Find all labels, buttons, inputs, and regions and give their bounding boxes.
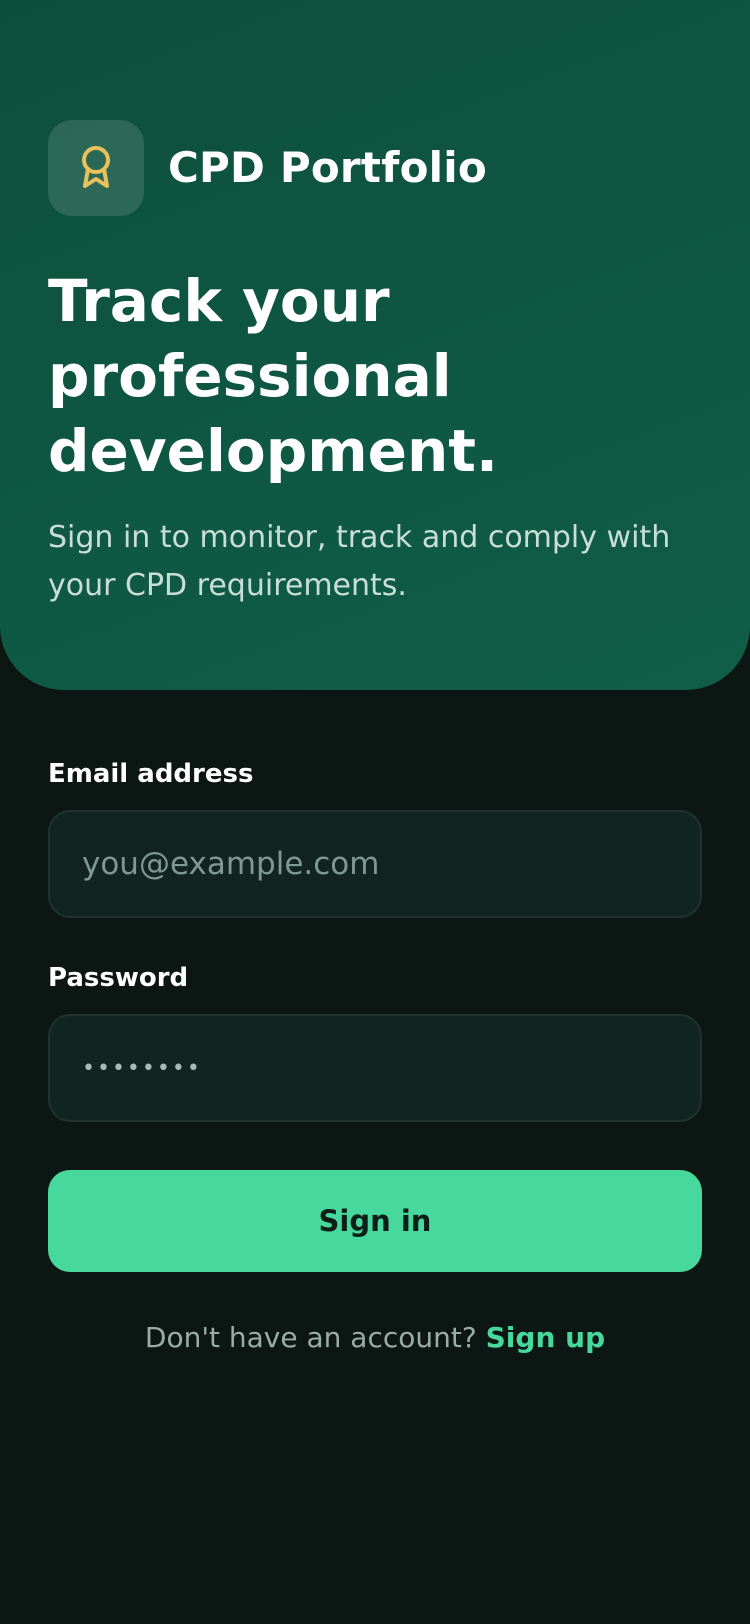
brand-logo-tile	[48, 120, 144, 216]
sign-in-button[interactable]: Sign in	[48, 1170, 702, 1272]
award-ribbon-icon	[82, 146, 110, 188]
signup-prompt-row: Don't have an account? Sign up	[0, 1318, 750, 1358]
hero-headline: Track your professional development.	[48, 267, 499, 485]
hero-panel: CPD Portfolio Track your professional de…	[0, 0, 750, 690]
email-label: Email address	[48, 759, 254, 789]
hero-subtitle: Sign in to monitor, track and comply wit…	[48, 520, 671, 603]
email-input[interactable]	[48, 810, 702, 918]
password-input[interactable]	[48, 1014, 702, 1122]
sign-up-link[interactable]: Sign up	[486, 1321, 605, 1354]
brand-name: CPD Portfolio	[168, 143, 487, 192]
password-label: Password	[48, 963, 189, 993]
signup-prompt-text: Don't have an account?	[144, 1321, 477, 1354]
